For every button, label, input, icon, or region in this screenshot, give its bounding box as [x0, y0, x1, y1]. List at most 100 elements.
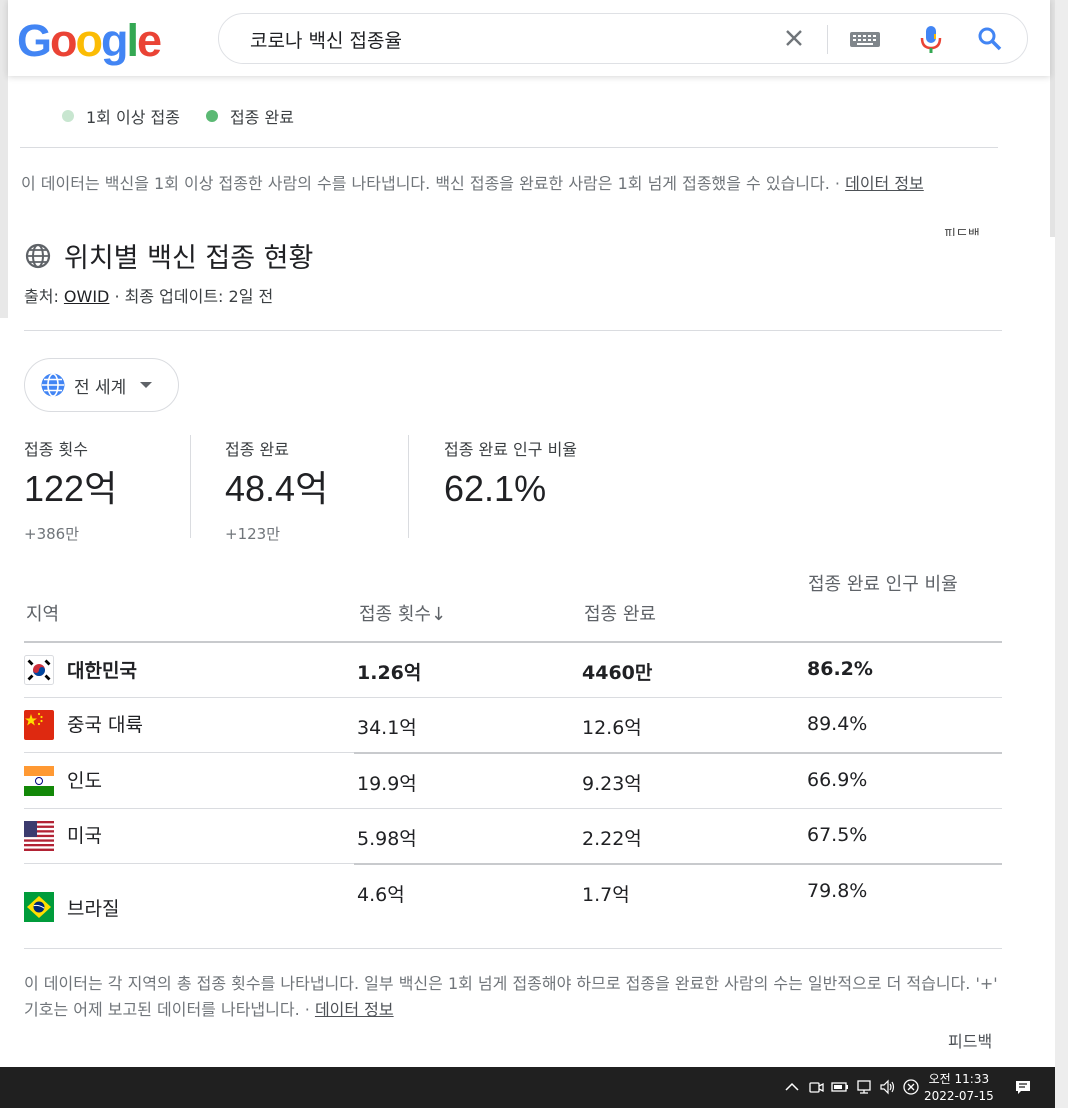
column-header-completed[interactable]: 접종 완료 — [584, 600, 656, 630]
row-divider — [24, 752, 354, 753]
row-divider — [24, 863, 354, 864]
feedback-link[interactable]: 피드백 — [948, 1028, 992, 1052]
region-name: 미국 — [67, 825, 102, 847]
region-selector[interactable]: 전 세계 — [24, 358, 179, 412]
header-divider — [24, 641, 1002, 643]
brazil-flag-icon — [24, 892, 54, 922]
percent-value: 86.2% — [807, 658, 873, 680]
column-header-percent[interactable]: 접종 완료 인구 비율 — [808, 570, 988, 600]
search-input[interactable]: 코로나 백신 접종율 — [250, 26, 402, 53]
right-gutter — [1055, 0, 1068, 1108]
clear-icon[interactable] — [782, 26, 806, 50]
data-note-text: 이 데이터는 백신을 1회 이상 접종한 사람의 수를 나타냅니다. 백신 접종… — [21, 174, 846, 193]
percent-value: 66.9% — [807, 769, 868, 791]
column-header-doses[interactable]: 접종 횟수↓ — [359, 600, 446, 630]
section-title: 위치별 백신 접종 현황 — [24, 236, 313, 275]
chevron-up-icon[interactable] — [782, 1077, 802, 1097]
source-link[interactable]: OWID — [64, 287, 109, 306]
row-divider — [354, 863, 1002, 865]
search-icon[interactable] — [976, 25, 1004, 53]
percent-value: 89.4% — [807, 713, 868, 735]
percent-value: 67.5% — [807, 824, 868, 846]
usa-flag-icon — [24, 821, 54, 851]
stat-label: 접종 완료 — [225, 440, 289, 459]
chart-legend: 1회 이상 접종 접종 완료 — [62, 104, 320, 128]
legend-dot — [62, 110, 74, 122]
divider — [24, 330, 1002, 331]
row-divider — [24, 808, 1002, 809]
clock[interactable]: 오전 11:33 2022-07-15 — [924, 1071, 994, 1105]
doses-value: 4.6억 — [357, 884, 405, 906]
divider — [24, 948, 1002, 949]
stat-label: 접종 횟수 — [24, 440, 88, 459]
doses-value: 34.1억 — [357, 717, 417, 739]
gutter-notch — [1050, 0, 1055, 237]
table-row[interactable]: 중국 대륙 34.1억 12.6억 89.4% — [24, 710, 1002, 742]
data-info-link[interactable]: 데이터 정보 — [315, 1000, 394, 1019]
row-divider — [24, 697, 1002, 698]
doses-value: 19.9억 — [357, 773, 417, 795]
stat-value: 62.1% — [444, 468, 547, 509]
table-row[interactable]: 대한민국 1.26억 4460만 86.2% — [24, 654, 1002, 686]
data-note-text: 이 데이터는 각 지역의 총 접종 횟수를 나타냅니다. 일부 백신은 1회 넘… — [24, 974, 998, 1019]
stat-delta: +123만 — [225, 525, 280, 543]
data-note: 이 데이터는 각 지역의 총 접종 횟수를 나타냅니다. 일부 백신은 1회 넘… — [24, 971, 1004, 1023]
stat-percent: 접종 완료 인구 비율 62.1% — [444, 436, 577, 509]
source-suffix: · 최종 업데이트: 2일 전 — [109, 287, 274, 306]
doses-value: 1.26억 — [357, 662, 422, 684]
google-logo[interactable]: Google — [17, 16, 162, 66]
search-box[interactable]: 코로나 백신 접종율 — [218, 13, 1028, 64]
row-divider — [354, 752, 1002, 754]
region-name: 브라질 — [67, 898, 120, 920]
legend-label: 접종 완료 — [229, 108, 294, 127]
table-row[interactable]: 미국 5.98억 2.22억 67.5% — [24, 821, 1002, 853]
keyboard-icon[interactable] — [849, 27, 881, 51]
globe-icon — [25, 243, 51, 268]
doses-value: 5.98억 — [357, 828, 417, 850]
chevron-down-icon — [140, 382, 153, 388]
stat-doses: 접종 횟수 122억 +386만 — [24, 436, 117, 544]
completed-value: 1.7억 — [582, 884, 630, 906]
region-label: 전 세계 — [74, 377, 127, 398]
stat-divider — [190, 435, 191, 538]
notification-icon[interactable] — [1013, 1077, 1033, 1097]
stat-delta: +386만 — [24, 525, 79, 543]
taskbar: 오전 11:33 2022-07-15 — [0, 1067, 1055, 1108]
completed-value: 2.22억 — [582, 828, 642, 850]
data-note: 이 데이터는 백신을 1회 이상 접종한 사람의 수를 나타냅니다. 백신 접종… — [21, 172, 981, 196]
table-row[interactable]: 브라질 4.6억 1.7억 79.8% — [24, 878, 1002, 924]
clock-time: 오전 11:33 — [928, 1072, 990, 1086]
globe-icon — [41, 373, 65, 397]
region-name: 인도 — [67, 770, 102, 792]
completed-value: 4460만 — [582, 662, 653, 684]
china-flag-icon — [24, 710, 54, 740]
legend-item-one-dose: 1회 이상 접종 — [62, 104, 180, 128]
page-title: 위치별 백신 접종 현황 — [64, 243, 314, 274]
data-info-link[interactable]: 데이터 정보 — [845, 174, 924, 193]
search-header: Google 코로나 백신 접종율 — [8, 0, 1050, 76]
clock-date: 2022-07-15 — [924, 1089, 994, 1103]
volume-icon[interactable] — [878, 1077, 898, 1097]
feedback-link-cut[interactable]: 피드백 — [944, 224, 980, 236]
table-row[interactable]: 인도 19.9억 9.23억 66.9% — [24, 766, 1002, 798]
meet-now-icon[interactable] — [806, 1077, 826, 1097]
stat-label: 접종 완료 인구 비율 — [444, 440, 578, 459]
stat-divider — [408, 435, 409, 538]
region-name: 중국 대륙 — [67, 714, 143, 736]
stat-completed: 접종 완료 48.4억 +123만 — [225, 436, 328, 544]
column-header-region[interactable]: 지역 — [26, 600, 59, 630]
close-circle-icon[interactable] — [901, 1077, 921, 1097]
microphone-icon[interactable] — [917, 24, 945, 54]
completed-value: 12.6억 — [582, 717, 642, 739]
source-line: 출처: OWID · 최종 업데이트: 2일 전 — [24, 283, 273, 307]
legend-label: 1회 이상 접종 — [86, 108, 180, 127]
battery-icon[interactable] — [830, 1077, 850, 1097]
legend-dot — [205, 110, 218, 122]
network-icon[interactable] — [855, 1077, 875, 1097]
india-flag-icon — [24, 766, 54, 796]
stat-value: 48.4억 — [225, 468, 329, 509]
region-name: 대한민국 — [67, 660, 137, 682]
percent-value: 79.8% — [807, 880, 868, 902]
stat-value: 122억 — [24, 468, 118, 509]
legend-item-completed: 접종 완료 — [205, 104, 294, 128]
